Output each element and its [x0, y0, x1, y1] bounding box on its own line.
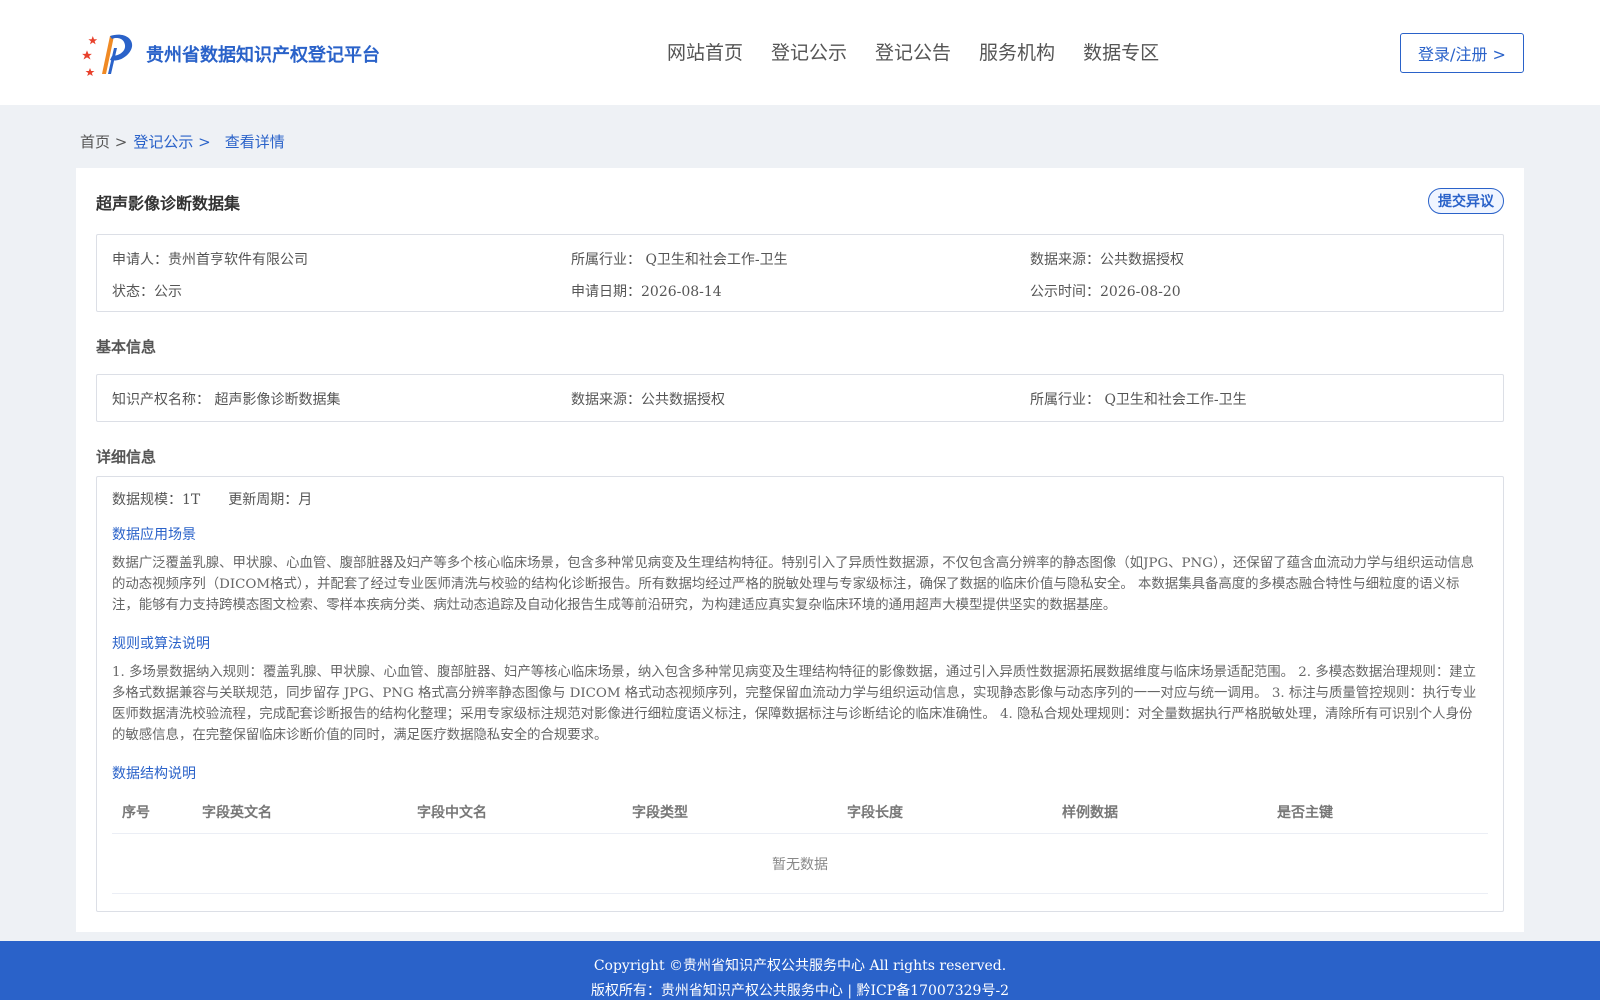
- ip-name: 知识产权名称： 超声影像诊断数据集: [112, 392, 341, 408]
- nav-service-agencies[interactable]: 服务机构: [979, 38, 1055, 65]
- scenario-title: 数据应用场景: [112, 527, 196, 543]
- nav-registration-announcement[interactable]: 登记公告: [875, 38, 951, 65]
- basic-data-source: 数据来源：公共数据授权: [571, 392, 725, 408]
- site-title: 贵州省数据知识产权登记平台: [146, 45, 380, 66]
- detail-info-box: 数据规模：1T 更新周期：月 数据应用场景 数据广泛覆盖乳腺、甲状腺、心血管、腹…: [96, 476, 1504, 912]
- applicant: 申请人：贵州首亨软件有限公司: [112, 252, 308, 268]
- data-structure-table: 序号 字段英文名 字段中文名 字段类型 字段长度 样例数据 是否主键 暂无数据: [112, 790, 1488, 894]
- data-scale: 数据规模：1T: [112, 492, 201, 508]
- col-en-name: 字段英文名: [202, 804, 272, 821]
- breadcrumb-current: 查看详情: [224, 133, 285, 151]
- footer-copyright: Copyright ©贵州省知识产权公共服务中心 All rights rese…: [593, 958, 1007, 974]
- footer-icp[interactable]: 版权所有：贵州省知识产权公共服务中心 | 黔ICP备17007329号-2: [0, 980, 1600, 1000]
- table-empty-state: 暂无数据: [112, 834, 1488, 894]
- brand[interactable]: 贵州省数据知识产权登记平台: [80, 28, 380, 80]
- scenario-text: 数据广泛覆盖乳腺、甲状腺、心血管、腹部脏器及妇产等多个核心临床场景，包含多种常见…: [112, 556, 1475, 613]
- col-primary-key: 是否主键: [1277, 804, 1333, 821]
- nav-home[interactable]: 网站首页: [667, 38, 743, 65]
- detail-info-title: 详细信息: [96, 448, 157, 466]
- breadcrumb: 首页 > 登记公示 > 查看详情: [80, 131, 285, 152]
- apply-date: 申请日期：2026-08-14: [571, 284, 722, 300]
- basic-info-title: 基本信息: [96, 338, 157, 356]
- col-type: 字段类型: [632, 804, 688, 821]
- publicity-time: 公示时间：2026-08-20: [1030, 284, 1181, 300]
- detail-card: 超声影像诊断数据集 提交异议 申请人：贵州首亨软件有限公司 所属行业： Q卫生和…: [76, 168, 1524, 932]
- page-title: 超声影像诊断数据集: [96, 194, 241, 213]
- basic-industry: 所属行业： Q卫生和社会工作-卫生: [1030, 392, 1247, 408]
- rules-text: 1. 多场景数据纳入规则：覆盖乳腺、甲状腺、心血管、腹部脏器、妇产等核心临床场景…: [112, 665, 1477, 743]
- structure-title: 数据结构说明: [112, 766, 196, 782]
- main-nav: 网站首页 登记公示 登记公告 服务机构 数据专区: [667, 38, 1159, 65]
- industry: 所属行业： Q卫生和社会工作-卫生: [571, 252, 788, 268]
- col-length: 字段长度: [847, 804, 903, 821]
- site-footer: Copyright ©贵州省知识产权公共服务中心 All rights rese…: [0, 941, 1600, 1000]
- status: 状态：公示: [112, 284, 182, 300]
- basic-info-box: 知识产权名称： 超声影像诊断数据集 数据来源：公共数据授权 所属行业： Q卫生和…: [96, 374, 1504, 422]
- logo-icon: [82, 34, 133, 76]
- summary-row: 申请人：贵州首亨软件有限公司 所属行业： Q卫生和社会工作-卫生 数据来源：公共…: [97, 249, 1503, 269]
- login-register-button[interactable]: 登录/注册 >: [1400, 33, 1524, 73]
- submit-objection-button[interactable]: 提交异议: [1428, 188, 1504, 214]
- table-header: 序号 字段英文名 字段中文名 字段类型 字段长度 样例数据 是否主键: [112, 790, 1488, 834]
- breadcrumb-home[interactable]: 首页 >: [80, 131, 127, 152]
- col-sample: 样例数据: [1062, 804, 1118, 821]
- data-source: 数据来源：公共数据授权: [1030, 252, 1184, 268]
- basic-info-row: 知识产权名称： 超声影像诊断数据集 数据来源：公共数据授权 所属行业： Q卫生和…: [97, 389, 1503, 409]
- nav-data-zone[interactable]: 数据专区: [1083, 38, 1159, 65]
- summary-row: 状态：公示 申请日期：2026-08-14 公示时间：2026-08-20: [97, 281, 1503, 301]
- nav-registration-publicity[interactable]: 登记公示: [771, 38, 847, 65]
- update-cycle: 更新周期：月: [228, 492, 313, 508]
- col-index: 序号: [122, 804, 150, 821]
- col-cn-name: 字段中文名: [417, 804, 487, 821]
- scale-cycle-line: 数据规模：1T 更新周期：月: [112, 489, 312, 509]
- summary-box: 申请人：贵州首亨软件有限公司 所属行业： Q卫生和社会工作-卫生 数据来源：公共…: [96, 234, 1504, 312]
- site-header: 贵州省数据知识产权登记平台 网站首页 登记公示 登记公告 服务机构 数据专区 登…: [0, 0, 1600, 105]
- breadcrumb-publicity[interactable]: 登记公示 >: [133, 131, 210, 152]
- rules-title: 规则或算法说明: [112, 636, 210, 652]
